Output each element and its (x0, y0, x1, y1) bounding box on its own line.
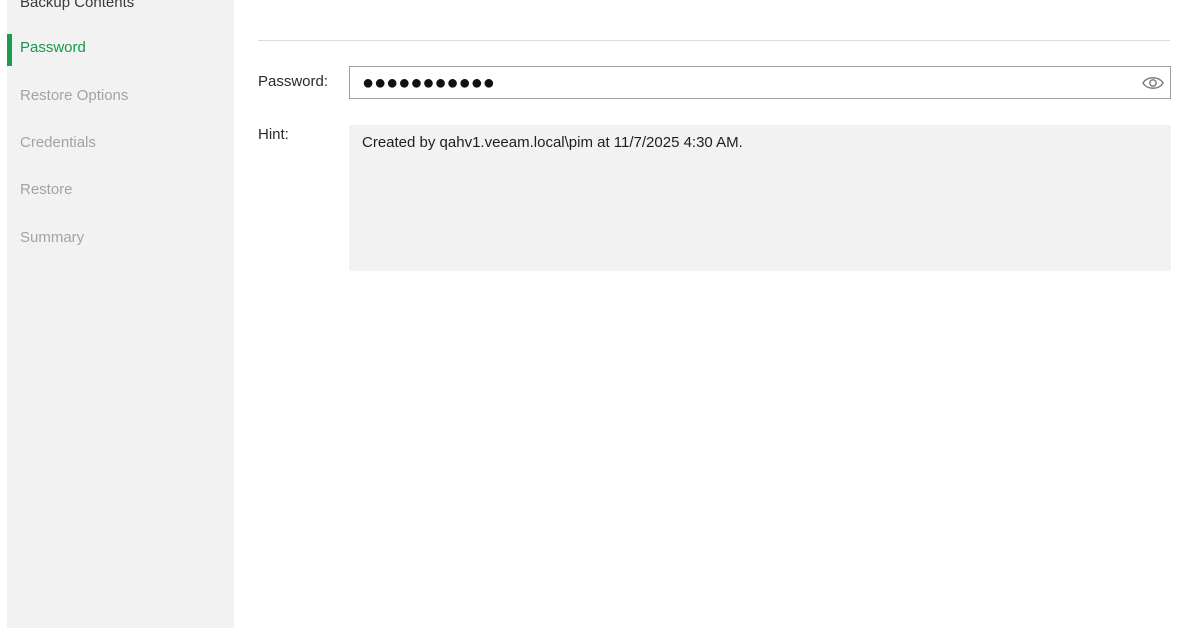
hint-text: Created by qahv1.veeam.local\pim at 11/7… (362, 134, 743, 151)
hint-label: Hint: (258, 126, 289, 143)
step-restore-options[interactable]: Restore Options (20, 86, 128, 106)
window-edge (0, 0, 7, 628)
restore-wizard-window: Backup Contents Password Restore Options… (0, 0, 1196, 628)
step-summary[interactable]: Summary (20, 228, 84, 248)
header-divider (258, 40, 1170, 41)
step-credentials[interactable]: Credentials (20, 133, 96, 153)
step-restore[interactable]: Restore (20, 180, 73, 200)
step-backup-contents[interactable]: Backup Contents (20, 0, 134, 13)
eye-icon[interactable] (1142, 73, 1164, 93)
active-step-marker (7, 34, 12, 66)
password-label: Password: (258, 73, 329, 90)
password-masked-value: ●●●●●●●●●●● (362, 72, 495, 94)
wizard-steps-sidebar: Backup Contents Password Restore Options… (7, 0, 234, 628)
step-password[interactable]: Password (20, 38, 86, 58)
password-input[interactable]: ●●●●●●●●●●● (349, 66, 1171, 99)
hint-textarea: Created by qahv1.veeam.local\pim at 11/7… (349, 125, 1171, 271)
